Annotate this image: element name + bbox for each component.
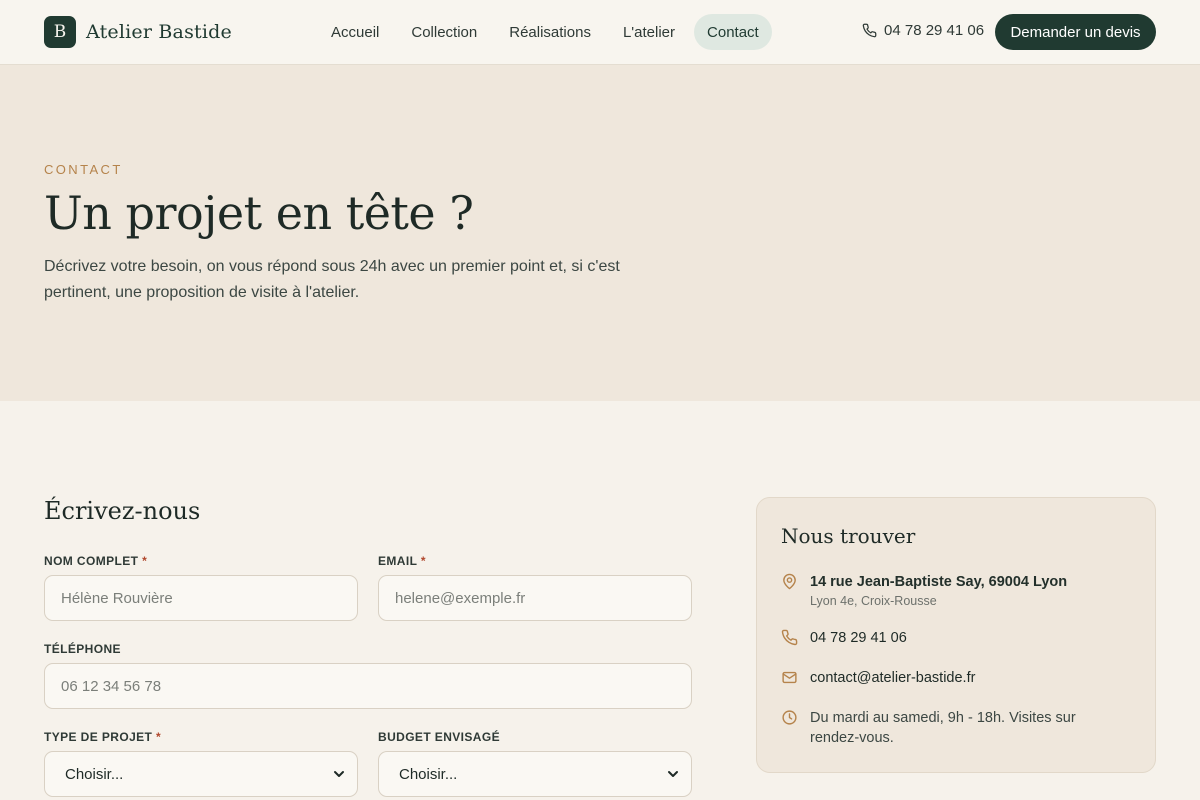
address-text: 14 rue Jean-Baptiste Say, 69004 Lyon: [810, 574, 1068, 590]
email-label-text: EMAIL: [378, 554, 418, 568]
site-header: B Atelier Bastide Accueil Collection Réa…: [0, 0, 1200, 65]
budget-value: Choisir...: [399, 765, 458, 783]
address-row: 14 rue Jean-Baptiste Say, 69004 Lyon Lyo…: [781, 572, 1067, 610]
project-type-label-text: TYPE DE PROJET: [44, 730, 153, 744]
header-phone-link[interactable]: 04 78 29 41 06: [862, 22, 984, 39]
nav-item-atelier[interactable]: L'atelier: [610, 14, 688, 50]
project-type-value: Choisir...: [65, 765, 124, 783]
address-subtext: Lyon 4e, Croix-Rousse: [810, 594, 937, 608]
brand-mark: B: [44, 16, 76, 48]
page-title: Un projet en tête ?: [44, 186, 474, 240]
budget-label: BUDGET ENVISAGÉ: [378, 730, 500, 744]
hours-row: Du mardi au samedi, 9h - 18h. Visites su…: [781, 708, 1110, 748]
clock-icon: [782, 710, 797, 725]
map-pin-icon: [783, 573, 796, 590]
nav-item-accueil[interactable]: Accueil: [318, 14, 392, 50]
brand-logo[interactable]: B Atelier Bastide: [44, 16, 232, 48]
chevron-down-icon: [334, 771, 344, 777]
card-email: contact@atelier-bastide.fr: [810, 670, 976, 686]
chevron-down-icon: [668, 771, 678, 777]
card-title: Nous trouver: [781, 524, 916, 548]
full-name-input[interactable]: [44, 575, 358, 621]
required-mark: *: [142, 554, 148, 568]
card-phone-number: 04 78 29 41 06: [810, 630, 907, 646]
nav-item-realisations[interactable]: Réalisations: [496, 14, 604, 50]
project-type-select[interactable]: Choisir...: [44, 751, 358, 797]
form-title: Écrivez-nous: [44, 497, 201, 525]
email-label: EMAIL *: [378, 554, 426, 568]
mail-icon: [782, 671, 797, 684]
brand-name: Atelier Bastide: [86, 21, 232, 43]
required-mark: *: [420, 554, 426, 568]
budget-select[interactable]: Choisir...: [378, 751, 692, 797]
hero-section: CONTACT Un projet en tête ? Décrivez vot…: [0, 65, 1200, 401]
contact-info-card: Nous trouver 14 rue Jean-Baptiste Say, 6…: [756, 497, 1156, 773]
name-label-text: NOM COMPLET: [44, 554, 139, 568]
name-label: NOM COMPLET *: [44, 554, 147, 568]
phone-label: TÉLÉPHONE: [44, 642, 121, 656]
email-row[interactable]: contact@atelier-bastide.fr: [781, 668, 975, 688]
phone-label-text: TÉLÉPHONE: [44, 642, 121, 656]
main-nav: Accueil Collection Réalisations L'atelie…: [318, 14, 772, 50]
phone-icon: [781, 629, 798, 646]
phone-icon: [862, 23, 877, 38]
phone-row[interactable]: 04 78 29 41 06: [781, 628, 907, 648]
hero-description: Décrivez votre besoin, on vous répond so…: [44, 258, 620, 301]
required-mark: *: [156, 730, 162, 744]
opening-hours: Du mardi au samedi, 9h - 18h. Visites su…: [810, 710, 1076, 746]
project-type-label: TYPE DE PROJET *: [44, 730, 161, 744]
header-phone-number: 04 78 29 41 06: [884, 22, 985, 39]
nav-item-contact[interactable]: Contact: [694, 14, 772, 50]
request-quote-button[interactable]: Demander un devis: [995, 14, 1156, 50]
phone-input[interactable]: [44, 663, 692, 709]
email-input[interactable]: [378, 575, 692, 621]
hero-eyebrow: CONTACT: [44, 162, 123, 177]
budget-label-text: BUDGET ENVISAGÉ: [378, 730, 501, 744]
nav-item-collection[interactable]: Collection: [398, 14, 490, 50]
